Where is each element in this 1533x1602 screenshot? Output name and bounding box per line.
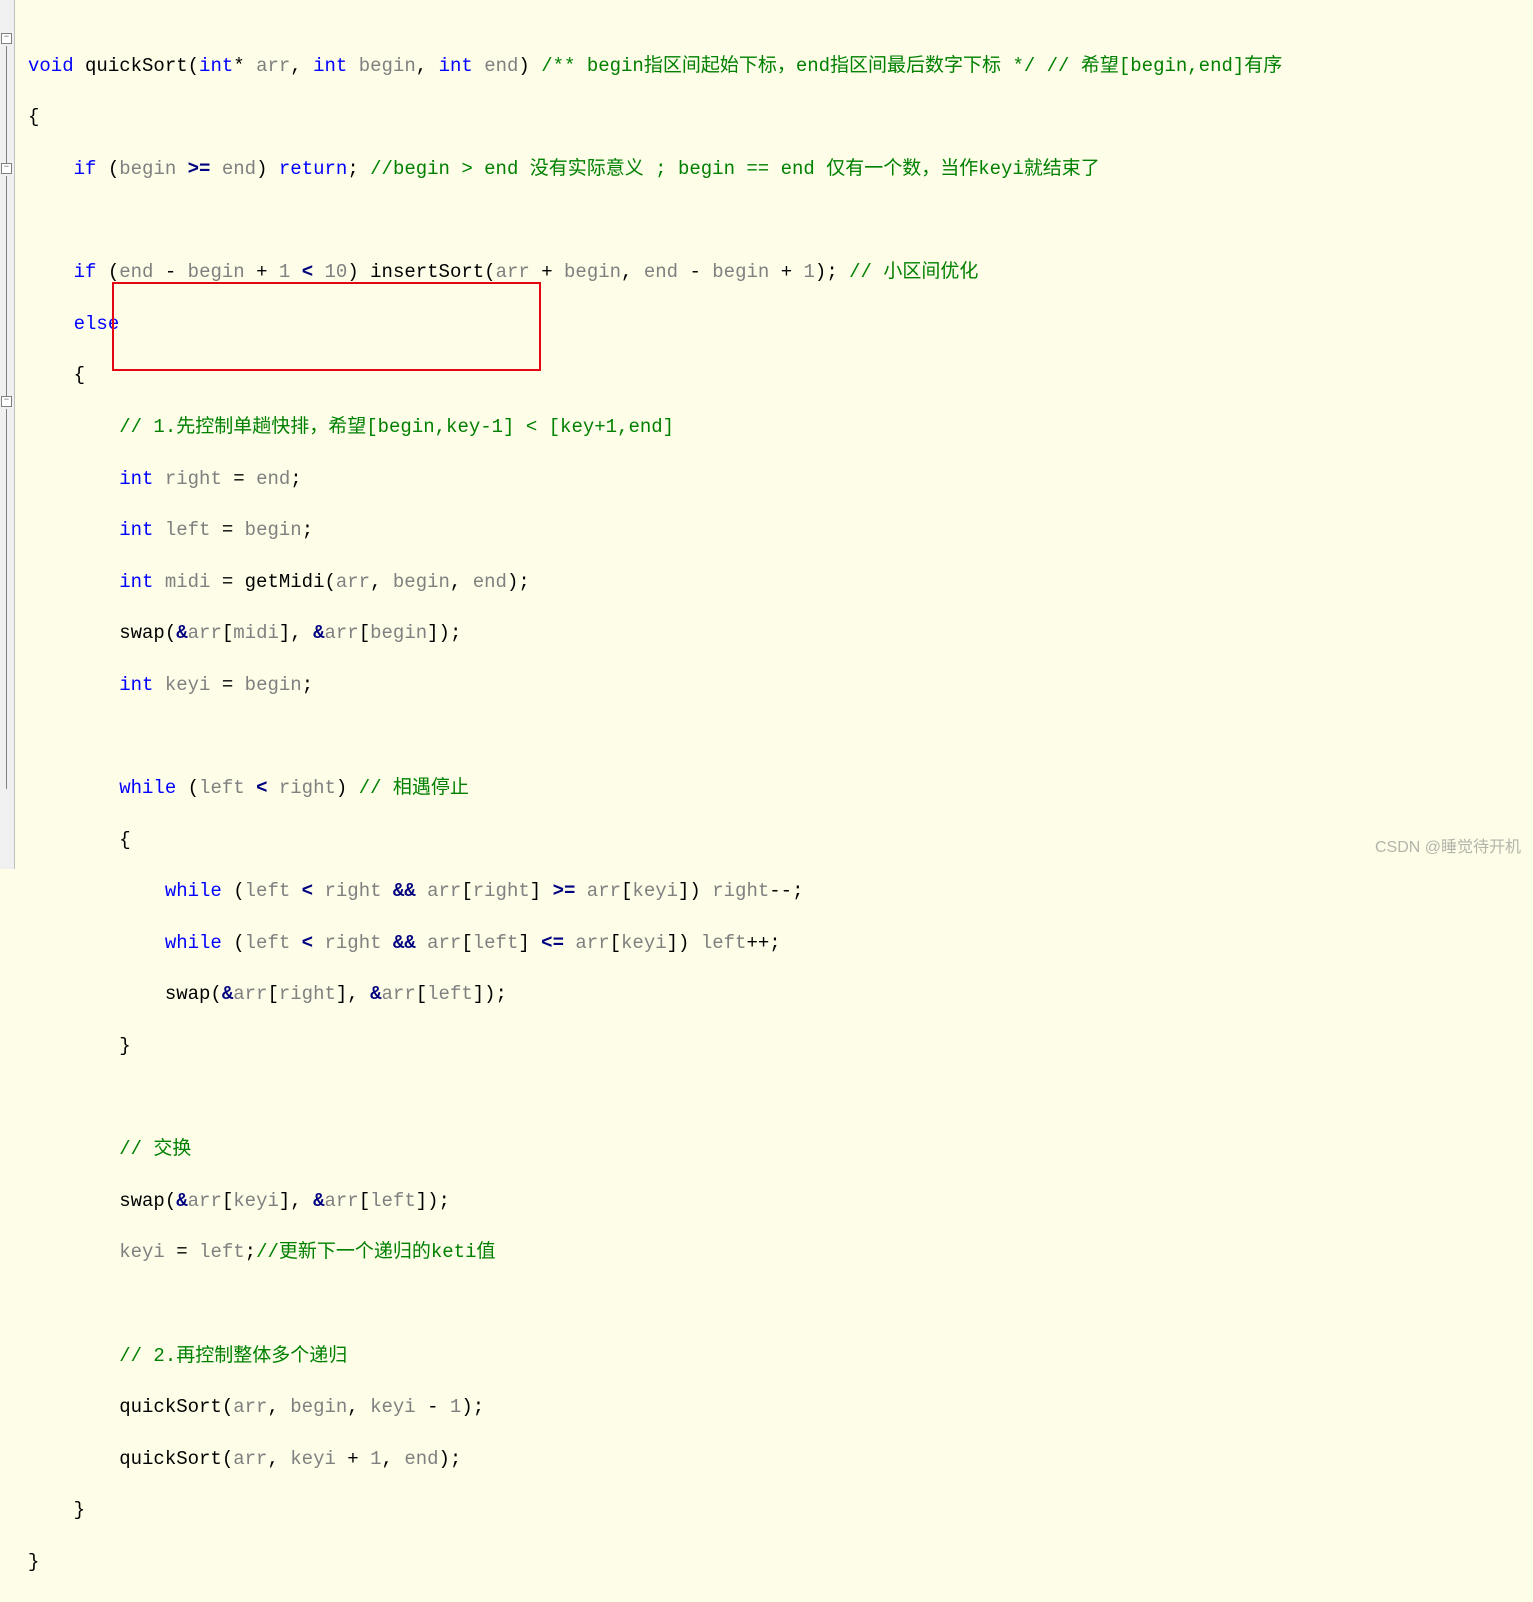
fold-line — [6, 409, 7, 789]
code-line: swap(&arr[keyi], &arr[left]); — [28, 1189, 1282, 1215]
code-line: if (begin >= end) return; //begin > end … — [28, 157, 1282, 183]
fold-line — [6, 176, 7, 396]
code-line: keyi = left;//更新下一个递归的keti值 — [28, 1240, 1282, 1266]
code-line — [28, 1086, 1282, 1112]
code-line: swap(&arr[midi], &arr[begin]); — [28, 621, 1282, 647]
code-line: while (left < right) // 相遇停止 — [28, 776, 1282, 802]
code-block: void quickSort(int* arr, int begin, int … — [28, 28, 1282, 1602]
code-line: // 2.再控制整体多个递归 — [28, 1344, 1282, 1370]
code-line: void quickSort(int* arr, int begin, int … — [28, 54, 1282, 80]
code-line: while (left < right && arr[left] <= arr[… — [28, 931, 1282, 957]
fold-line — [6, 46, 7, 163]
code-line: if (end - begin + 1 < 10) insertSort(arr… — [28, 260, 1282, 286]
code-line: quickSort(arr, keyi + 1, end); — [28, 1447, 1282, 1473]
code-line — [28, 1292, 1282, 1318]
code-line: int right = end; — [28, 467, 1282, 493]
code-line: while (left < right && arr[right] >= arr… — [28, 879, 1282, 905]
code-line: swap(&arr[right], &arr[left]); — [28, 982, 1282, 1008]
fold-toggle-icon[interactable] — [1, 33, 12, 44]
code-line — [28, 209, 1282, 235]
code-line: // 1.先控制单趟快排，希望[begin,key-1] < [key+1,en… — [28, 415, 1282, 441]
code-line: int left = begin; — [28, 518, 1282, 544]
code-line: int midi = getMidi(arr, begin, end); — [28, 570, 1282, 596]
fold-gutter — [0, 0, 15, 869]
code-line: { — [28, 363, 1282, 389]
code-line: } — [28, 1034, 1282, 1060]
code-line: } — [28, 1498, 1282, 1524]
code-line: int keyi = begin; — [28, 673, 1282, 699]
code-line: } — [28, 1550, 1282, 1576]
code-line: { — [28, 828, 1282, 854]
code-line: quickSort(arr, begin, keyi - 1); — [28, 1395, 1282, 1421]
watermark-text: CSDN @睡觉待开机 — [1375, 835, 1521, 861]
code-line: { — [28, 105, 1282, 131]
fold-toggle-icon[interactable] — [1, 163, 12, 174]
code-line: else — [28, 312, 1282, 338]
code-line — [28, 725, 1282, 751]
code-line: // 交换 — [28, 1137, 1282, 1163]
fold-toggle-icon[interactable] — [1, 396, 12, 407]
